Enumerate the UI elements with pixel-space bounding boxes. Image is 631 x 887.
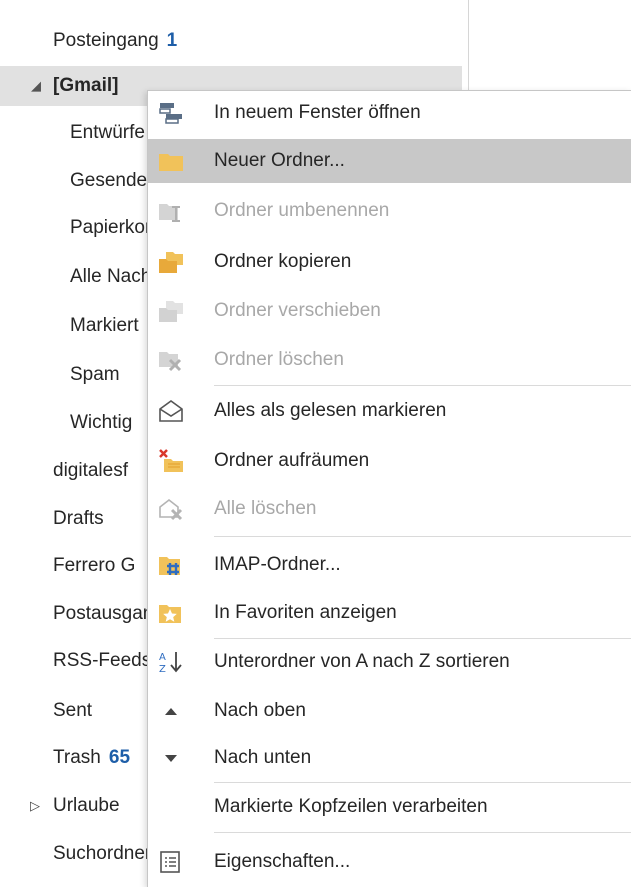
- folder-label: Gesendet: [70, 170, 153, 191]
- menu-item-label: Ordner löschen: [214, 349, 344, 370]
- triangle-down-icon: [165, 755, 177, 762]
- menu-item-label: Ordner umbenennen: [214, 200, 390, 221]
- move-folder-icon: [159, 301, 183, 322]
- copy-folder-icon: [159, 252, 183, 273]
- menu-item-label: Ordner kopieren: [214, 251, 352, 272]
- menu-item-delete-all[interactable]: Alle löschen: [148, 487, 631, 531]
- folder-label: Markiert: [70, 315, 139, 336]
- menu-separator: [214, 638, 631, 639]
- clean-up-folder-icon: [159, 449, 183, 472]
- folder-label: RSS-Feeds: [53, 650, 152, 671]
- menu-item-label: Nach oben: [214, 700, 306, 721]
- favorite-folder-icon: [159, 605, 181, 623]
- menu-item-move-down[interactable]: Nach unten: [148, 736, 631, 780]
- folder-label: Wichtig: [70, 412, 133, 433]
- folder-label: Sent: [53, 700, 93, 721]
- folder-label: Urlaube: [53, 795, 120, 816]
- sort-az-icon: A Z: [159, 652, 182, 674]
- menu-separator: [214, 536, 631, 537]
- menu-item-move-up[interactable]: Nach oben: [148, 689, 631, 733]
- menu-item-label: Eigenschaften...: [214, 851, 351, 872]
- folder-label: Ferrero G: [53, 555, 136, 576]
- menu-separator: [214, 832, 631, 833]
- unread-count: 1: [166, 30, 178, 51]
- folder-context-menu: In neuem Fenster öffnen Neuer Ordner... …: [147, 90, 631, 887]
- new-window-icon: [159, 103, 182, 124]
- menu-item-label: Alles als gelesen markieren: [214, 400, 447, 421]
- menu-item-imap-folders[interactable]: IMAP-Ordner...: [148, 543, 631, 587]
- menu-item-clean-up-folder[interactable]: Ordner aufräumen: [148, 439, 631, 483]
- folder-label: Spam: [70, 364, 120, 385]
- menu-item-label: Neuer Ordner...: [214, 150, 345, 171]
- menu-separator: [214, 782, 631, 783]
- folder-label: [Gmail]: [53, 75, 119, 96]
- menu-item-delete-folder[interactable]: Ordner löschen: [148, 338, 631, 382]
- triangle-up-icon: [165, 708, 177, 715]
- menu-item-label: Ordner aufräumen: [214, 450, 370, 471]
- menu-item-label: In Favoriten anzeigen: [214, 602, 397, 623]
- menu-item-label: IMAP-Ordner...: [214, 554, 341, 575]
- folder-posteingang[interactable]: Posteingang 1: [0, 21, 462, 61]
- unread-count: 65: [108, 747, 131, 768]
- folder-label: Trash: [53, 747, 101, 768]
- menu-item-label: Markierte Kopfzeilen verarbeiten: [214, 796, 488, 817]
- menu-item-label: In neuem Fenster öffnen: [214, 102, 421, 123]
- folder-label: Suchordner: [53, 843, 152, 864]
- delete-all-icon: [159, 498, 183, 521]
- menu-item-label: Nach unten: [214, 747, 312, 768]
- rename-folder-icon: [159, 204, 180, 222]
- imap-folder-icon: [159, 557, 180, 575]
- collapse-triangle-icon[interactable]: ▷: [30, 786, 40, 826]
- menu-item-new-folder[interactable]: Neuer Ordner...: [148, 139, 631, 183]
- folder-label: Drafts: [53, 508, 104, 529]
- folder-label: Entwürfe: [70, 122, 145, 143]
- menu-item-open-new-window[interactable]: In neuem Fenster öffnen: [148, 91, 631, 135]
- menu-item-label: Unterordner von A nach Z sortieren: [214, 651, 510, 672]
- expand-triangle-icon[interactable]: ◢: [31, 66, 41, 106]
- svg-text:A: A: [159, 652, 166, 663]
- menu-item-show-in-favorites[interactable]: In Favoriten anzeigen: [148, 591, 631, 635]
- menu-item-move-folder[interactable]: Ordner verschieben: [148, 289, 631, 333]
- folder-icon: [159, 154, 183, 171]
- menu-item-label: Ordner verschieben: [214, 300, 381, 321]
- open-envelope-icon: [159, 400, 183, 422]
- menu-item-rename-folder[interactable]: Ordner umbenennen: [148, 189, 631, 233]
- menu-separator: [214, 385, 631, 386]
- folder-label: Posteingang: [53, 30, 159, 51]
- menu-item-mark-all-read[interactable]: Alles als gelesen markieren: [148, 389, 631, 433]
- menu-item-label: Alle löschen: [214, 498, 317, 519]
- menu-item-copy-folder[interactable]: Ordner kopieren: [148, 240, 631, 284]
- menu-item-sort-subfolders[interactable]: A Z Unterordner von A nach Z sortieren: [148, 640, 631, 684]
- properties-icon: [160, 851, 180, 873]
- folder-label: digitalesf: [53, 460, 128, 481]
- delete-folder-icon: [159, 352, 182, 372]
- menu-item-process-marked-headers[interactable]: Markierte Kopfzeilen verarbeiten: [148, 785, 631, 829]
- svg-text:Z: Z: [159, 664, 166, 674]
- menu-item-properties[interactable]: Eigenschaften...: [148, 840, 631, 884]
